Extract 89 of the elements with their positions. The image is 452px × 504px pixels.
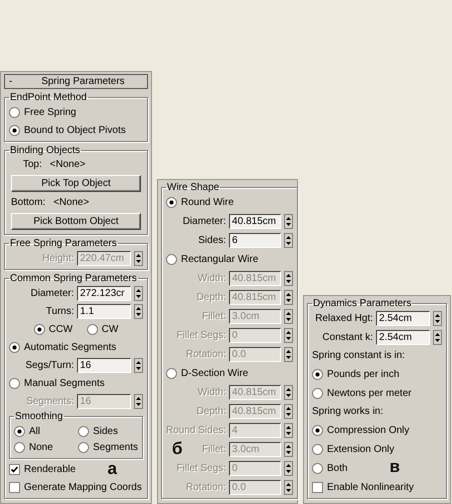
radio-button[interactable]: Sides — [78, 423, 138, 439]
spinner-icon[interactable] — [284, 346, 294, 362]
radio-button[interactable]: Both — [312, 460, 348, 476]
field-label: Fillet: — [202, 444, 226, 454]
spinner-icon[interactable] — [284, 308, 294, 324]
field-label: Depth: — [196, 406, 226, 416]
group-title: Smoothing — [14, 411, 64, 422]
collapse-sign[interactable]: - — [9, 76, 23, 87]
input-field[interactable]: 6 — [229, 232, 282, 248]
field-label: Diameter: — [182, 216, 226, 226]
radio-button[interactable]: Newtons per meter — [312, 385, 412, 401]
input-field[interactable]: 16 — [77, 358, 131, 372]
spinner-icon[interactable] — [284, 480, 294, 494]
input-field[interactable]: 2.54cm — [376, 310, 430, 326]
radio-button[interactable]: None — [14, 439, 74, 455]
field-label: Fillet: — [202, 310, 226, 322]
input-field[interactable]: 2.54cm — [376, 330, 430, 344]
group-title: EndPoint Method — [9, 92, 88, 103]
field-label: Constant k: — [322, 332, 373, 342]
radio-button[interactable]: Round Wire — [166, 194, 234, 210]
spinner-icon[interactable] — [284, 290, 294, 304]
radio-button[interactable]: All — [14, 423, 74, 439]
spinner-icon[interactable] — [433, 330, 442, 344]
group-title: Wire Shape — [166, 182, 220, 193]
group-title: Binding Objects — [9, 145, 82, 156]
checkbox[interactable]: Enable Nonlinearity — [312, 479, 414, 495]
field-label: Width: — [198, 386, 226, 398]
checkbox[interactable]: Generate Mapping Coords — [9, 479, 142, 495]
field-label: Relaxed Hgt: — [315, 312, 373, 324]
figure-label: а — [108, 459, 117, 479]
field-label: Diameter: — [30, 288, 74, 298]
radio-button[interactable]: Rectangular Wire — [166, 251, 258, 267]
section-label: Spring works in: — [312, 405, 384, 419]
spinner-icon[interactable] — [134, 394, 143, 408]
spinner-icon[interactable] — [284, 384, 294, 400]
pick-button[interactable]: Pick Bottom Object — [11, 213, 141, 230]
radio-button[interactable]: CCW — [34, 321, 73, 337]
group-title: Dynamics Parameters — [312, 298, 412, 309]
info-label: Top: — [23, 159, 42, 170]
field-label: Rotation: — [186, 348, 226, 360]
spinner-icon[interactable] — [284, 232, 294, 248]
radio-button[interactable]: Automatic Segments — [9, 339, 116, 355]
radio-button[interactable]: Bound to Object Pivots — [9, 122, 126, 138]
info-label: Bottom: — [11, 197, 46, 208]
spinner-icon[interactable] — [134, 286, 143, 300]
group-title: Free Spring Parameters — [9, 238, 118, 249]
section-label: Spring constant is in: — [312, 349, 406, 363]
field-label: Rotation: — [186, 482, 226, 492]
spinner-icon[interactable] — [134, 304, 143, 318]
spinner-icon[interactable] — [284, 214, 294, 228]
figure-label: б — [172, 439, 183, 459]
radio-button[interactable]: Extension Only — [312, 441, 394, 457]
radio-button[interactable]: CW — [86, 321, 118, 337]
radio-button[interactable]: D-Section Wire — [166, 365, 248, 381]
input-field[interactable]: 1.1 — [77, 304, 131, 318]
field-label: Turns: — [46, 306, 74, 316]
radio-button[interactable]: Pounds per inch — [312, 366, 400, 382]
spinner-icon[interactable] — [284, 270, 294, 286]
rollout-header[interactable]: - Spring Parameters — [4, 74, 148, 89]
field-label: Fillet Segs: — [176, 462, 226, 474]
input-field[interactable]: 272.123cr — [77, 286, 131, 300]
spinner-icon[interactable] — [433, 310, 442, 326]
pick-button[interactable]: Pick Top Object — [11, 175, 141, 192]
radio-button[interactable]: Free Spring — [9, 104, 76, 120]
group-title: Common Spring Parameters — [9, 273, 138, 284]
field-label: Segs/Turn: — [25, 360, 74, 370]
rollout-title: Spring Parameters — [40, 76, 126, 87]
field-label: Fillet Segs: — [176, 330, 226, 340]
figure-label: в — [390, 457, 400, 477]
spinner-icon[interactable] — [134, 358, 143, 372]
info-value: <None> — [50, 159, 86, 170]
radio-button[interactable]: Manual Segments — [9, 375, 105, 391]
field-label: Depth: — [196, 292, 226, 302]
input-field[interactable]: 40.815cm — [229, 214, 282, 228]
spinner-icon[interactable] — [284, 328, 294, 342]
spinner-icon[interactable] — [134, 250, 143, 266]
radio-button[interactable]: Compression Only — [312, 422, 410, 438]
radio-button[interactable]: Segments — [78, 439, 138, 455]
field-label: Width: — [198, 272, 226, 284]
checkbox[interactable]: Renderable — [9, 461, 76, 477]
field-label: Segments: — [26, 396, 74, 406]
spinner-icon[interactable] — [284, 442, 294, 456]
field-label: Height: — [42, 252, 74, 264]
info-value: <None> — [53, 197, 90, 208]
field-label: Sides: — [198, 234, 226, 246]
spinner-icon[interactable] — [284, 422, 294, 438]
spinner-icon[interactable] — [284, 404, 294, 418]
spinner-icon[interactable] — [284, 460, 294, 476]
field-label: Round Sides: — [166, 424, 226, 436]
